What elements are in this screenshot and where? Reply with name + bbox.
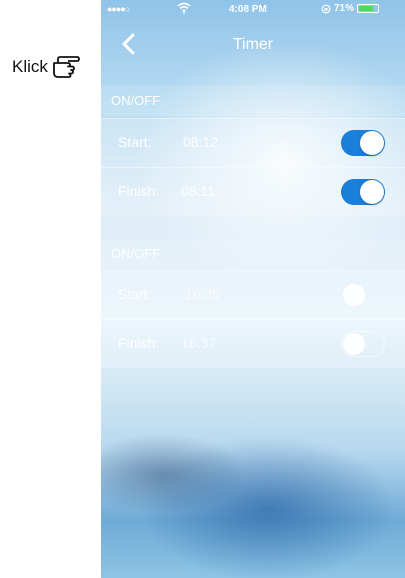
- timer-2-start-row[interactable]: Start: 16:35: [101, 270, 405, 319]
- page-title: Timer: [232, 36, 274, 53]
- timer-1-finish-toggle[interactable]: [341, 179, 385, 205]
- start-time-value[interactable]: 08:12: [183, 134, 218, 150]
- timer-1-start-row[interactable]: Start: 08:12: [101, 118, 405, 167]
- status-time: 4:08 PM: [229, 4, 267, 15]
- finish-time-value[interactable]: 08:11: [181, 183, 215, 199]
- phone-screen: ●●●●○ 4:08 PM 71% Timer ON/OFF Start: 08…: [101, 0, 405, 578]
- timer-2-finish-row[interactable]: Finish: 16:37: [101, 319, 405, 368]
- section-header: ON/OFF: [101, 239, 405, 269]
- klick-annotation: Klick: [12, 53, 80, 81]
- timer-1-finish-row[interactable]: Finish: 08:11: [101, 167, 405, 216]
- section-header: ON/OFF: [101, 86, 405, 116]
- klick-label: Klick: [12, 57, 48, 76]
- battery-percent: 71%: [334, 3, 355, 14]
- finish-label: Finish:: [118, 183, 160, 199]
- battery-indicator: 71%: [321, 3, 380, 14]
- start-label: Start:: [118, 286, 152, 302]
- timer-1-start-toggle[interactable]: [341, 130, 385, 156]
- finish-label: Finish:: [118, 335, 160, 351]
- status-bar: ●●●●○ 4:08 PM 71%: [101, 0, 405, 20]
- pointing-hand-icon: [53, 56, 80, 78]
- navigation-bar: Timer: [101, 22, 405, 66]
- start-label: Start:: [118, 134, 152, 150]
- finish-time-value[interactable]: 16:37: [181, 335, 216, 351]
- orientation-lock-icon: [321, 4, 331, 13]
- wifi-icon: [177, 2, 191, 14]
- timer-2-finish-toggle[interactable]: [341, 331, 385, 357]
- start-time-value[interactable]: 16:35: [185, 286, 220, 302]
- timer-2-start-toggle[interactable]: [341, 282, 385, 308]
- signal-indicator: ●●●●○: [107, 4, 130, 14]
- battery-icon: [357, 4, 380, 13]
